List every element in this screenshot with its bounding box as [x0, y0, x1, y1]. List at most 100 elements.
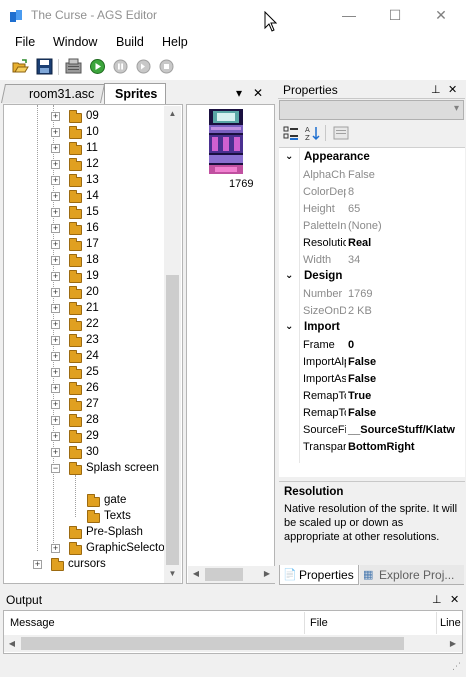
column-header-line[interactable]: Line	[440, 617, 461, 629]
sprite-scrollbar-thumb[interactable]	[205, 568, 243, 581]
collapse-icon[interactable]: ⌄	[285, 270, 293, 281]
tree-item-cursors[interactable]: + cursors	[4, 557, 162, 573]
property-grid[interactable]: ⌄AppearanceAlphaChannelFalseColorDepth8H…	[279, 147, 465, 477]
tree-item-folder-20[interactable]: +20	[4, 285, 162, 301]
run-icon[interactable]	[89, 58, 106, 75]
collapse-icon[interactable]: ⌄	[285, 151, 293, 162]
property-value[interactable]: False	[348, 407, 376, 419]
output-scroll-right-icon[interactable]: ▶	[447, 639, 459, 648]
tree-item-folder-16[interactable]: +16	[4, 221, 162, 237]
tree-item-folder-22[interactable]: +22	[4, 317, 162, 333]
expand-icon[interactable]: +	[51, 544, 60, 553]
tree-item-folder-10[interactable]: +10	[4, 125, 162, 141]
tree-item-folder-17[interactable]: +17	[4, 237, 162, 253]
expand-icon[interactable]: +	[51, 384, 60, 393]
expand-icon[interactable]: +	[51, 208, 60, 217]
property-category-design[interactable]: ⌄ Design	[279, 268, 465, 285]
tree-item-splash-screen[interactable]: − Splash screen	[4, 461, 162, 477]
expand-icon[interactable]: +	[51, 272, 60, 281]
property-value[interactable]: False	[348, 373, 376, 385]
property-row[interactable]: RemapToRoomFalse	[279, 404, 465, 421]
tree-item-folder-11[interactable]: +11	[4, 141, 162, 157]
tree-item-pre-splash[interactable]: Pre-Splash	[4, 525, 162, 541]
property-value[interactable]: BottomRight	[348, 441, 415, 453]
chevron-down-icon[interactable]: ▾	[454, 103, 459, 114]
property-row[interactable]: PaletteIndex(None)	[279, 217, 465, 234]
property-value[interactable]: 2 KB	[348, 305, 372, 317]
property-value[interactable]: Real	[348, 237, 371, 249]
step-icon[interactable]	[135, 58, 152, 75]
expand-icon[interactable]: +	[51, 304, 60, 313]
minimize-button[interactable]: —	[326, 0, 372, 32]
tab-properties[interactable]: 📄 Properties	[279, 565, 359, 585]
expand-icon[interactable]: +	[51, 288, 60, 297]
expand-icon[interactable]: +	[51, 176, 60, 185]
properties-close-icon[interactable]: ✕	[448, 83, 457, 96]
expand-icon[interactable]: +	[51, 160, 60, 169]
property-row[interactable]: SizeOnDisk2 KB	[279, 302, 465, 319]
categorized-view-icon[interactable]	[283, 125, 299, 141]
tree-item-folder-21[interactable]: +21	[4, 301, 162, 317]
properties-pin-icon[interactable]: ⊥	[431, 83, 441, 96]
tree-item-folder-26[interactable]: +26	[4, 381, 162, 397]
tree-item-folder-25[interactable]: +25	[4, 365, 162, 381]
tree-scroll-up-icon[interactable]: ▲	[164, 109, 181, 118]
expand-icon[interactable]: +	[51, 400, 60, 409]
tree-item-folder-09[interactable]: +09	[4, 109, 162, 125]
tree-item-folder-13[interactable]: +13	[4, 173, 162, 189]
sort-alphabetical-icon[interactable]: A Z	[304, 125, 320, 141]
menu-help[interactable]: Help	[162, 35, 188, 49]
tab-explore-project[interactable]: ▦ Explore Proj...	[360, 565, 464, 585]
expand-icon[interactable]: +	[51, 336, 60, 345]
sprite-folder-tree[interactable]: +09 +10 +11 +12 +13 +14 +15 +16 +17 +18 +19 +20 +21 +…	[3, 104, 183, 584]
property-category-appearance[interactable]: ⌄ Appearance	[279, 149, 465, 166]
property-pages-icon[interactable]	[333, 125, 349, 141]
property-value[interactable]: 65	[348, 203, 360, 215]
pause-icon[interactable]	[112, 58, 129, 75]
property-row[interactable]: RemapToGameTrue	[279, 387, 465, 404]
tree-scroll-down-icon[interactable]: ▼	[164, 569, 181, 578]
property-value[interactable]: 34	[348, 254, 360, 266]
expand-icon[interactable]: +	[51, 192, 60, 201]
collapse-icon[interactable]: −	[51, 464, 60, 473]
property-category-import[interactable]: ⌄ Import	[279, 319, 465, 336]
tab-close-icon[interactable]: ✕	[253, 86, 263, 100]
property-value[interactable]: __SourceStuff/Klatw	[348, 424, 455, 436]
property-row[interactable]: Width 34	[279, 251, 465, 268]
tree-item-folder-12[interactable]: +12	[4, 157, 162, 173]
tree-item-folder-28[interactable]: +28	[4, 413, 162, 429]
tab-dropdown-icon[interactable]: ▾	[236, 86, 242, 100]
property-value[interactable]: 0	[348, 339, 354, 351]
property-row[interactable]: ColorDepth8	[279, 183, 465, 200]
expand-icon[interactable]: +	[51, 128, 60, 137]
build-icon[interactable]	[65, 58, 82, 75]
output-close-icon[interactable]: ✕	[450, 593, 459, 606]
property-value[interactable]: 8	[348, 186, 354, 198]
expand-icon[interactable]: +	[51, 240, 60, 249]
expand-icon[interactable]: +	[51, 432, 60, 441]
output-pin-icon[interactable]: ⊥	[432, 593, 442, 606]
tree-item-folder-14[interactable]: +14	[4, 189, 162, 205]
tree-item-folder-15[interactable]: +15	[4, 205, 162, 221]
sprite-list[interactable]: 1769 ◀ ▶	[186, 104, 275, 584]
expand-icon[interactable]: +	[51, 112, 60, 121]
maximize-button[interactable]: ☐	[372, 0, 418, 32]
property-row[interactable]: ImportAlphaFalse	[279, 353, 465, 370]
column-header-file[interactable]: File	[310, 617, 328, 629]
sprite-thumbnail[interactable]	[209, 109, 243, 174]
properties-object-selector[interactable]: ▾	[279, 100, 464, 120]
expand-icon[interactable]: +	[51, 320, 60, 329]
tree-item-folder-27[interactable]: +27	[4, 397, 162, 413]
property-row[interactable]: SourceFile__SourceStuff/Klatw	[279, 421, 465, 438]
property-value[interactable]: 1769	[348, 288, 372, 300]
expand-icon[interactable]: +	[33, 560, 42, 569]
resize-grip-icon[interactable]: ⋰	[452, 661, 461, 672]
tree-item-folder-29[interactable]: +29	[4, 429, 162, 445]
output-list[interactable]: Message File Line ◀ ▶	[3, 610, 463, 654]
tree-item-folder-30[interactable]: +30	[4, 445, 162, 461]
expand-icon[interactable]: +	[51, 416, 60, 425]
tree-item-gate[interactable]: gate	[4, 493, 162, 509]
output-scroll-left-icon[interactable]: ◀	[6, 639, 18, 648]
property-value[interactable]: True	[348, 390, 371, 402]
expand-icon[interactable]: +	[51, 144, 60, 153]
